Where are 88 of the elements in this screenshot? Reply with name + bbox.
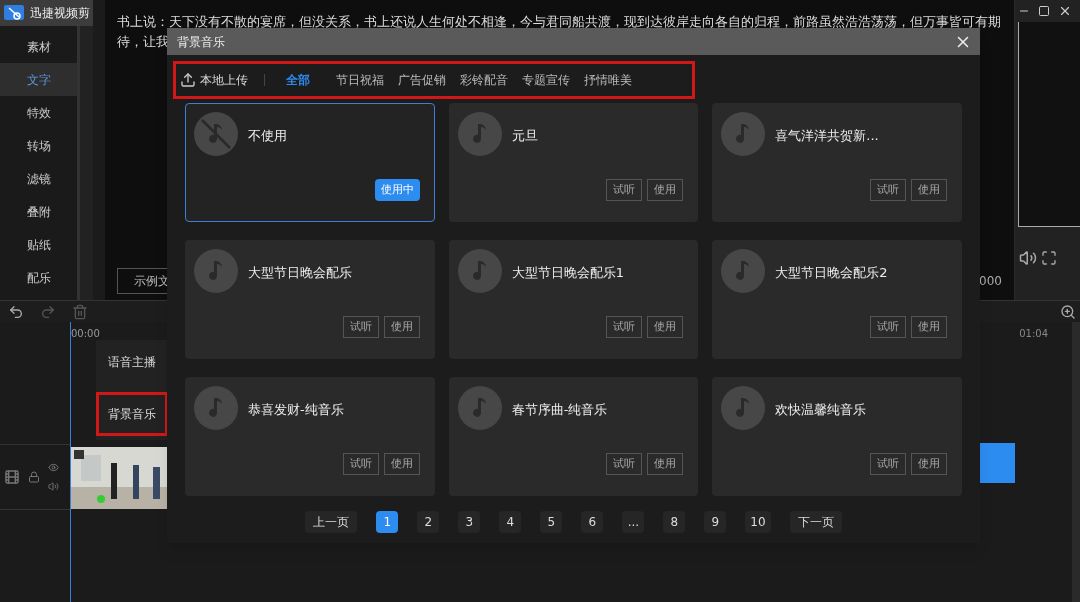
lock-icon[interactable] (28, 471, 40, 483)
track-title: 大型节日晚会配乐1 (511, 264, 624, 282)
sidebar-item[interactable]: 配乐 (0, 261, 77, 294)
maximize-icon[interactable] (1038, 5, 1050, 17)
sidebar-item[interactable]: 贴纸 (0, 228, 77, 261)
page-button[interactable]: 9 (704, 511, 727, 533)
use-button[interactable]: 使用 (647, 316, 684, 338)
music-note-icon (457, 249, 502, 293)
music-note-icon (721, 249, 766, 293)
sidebar-item[interactable]: 文字 (0, 63, 77, 96)
page-button[interactable]: 3 (458, 511, 481, 533)
preview-button[interactable]: 试听 (606, 453, 643, 475)
sidebar-item[interactable]: 素材 (0, 30, 77, 63)
fullscreen-icon[interactable] (1041, 250, 1057, 266)
volume-icon[interactable] (1019, 249, 1037, 267)
no-music-icon (194, 112, 238, 156)
undo-icon[interactable] (8, 303, 24, 320)
page-button[interactable]: 5 (540, 511, 563, 533)
track-title: 大型节日晚会配乐2 (775, 264, 888, 282)
clip-block (980, 443, 1015, 483)
track-title: 大型节日晚会配乐 (248, 264, 352, 282)
next-page-button[interactable]: 下一页 (789, 511, 842, 533)
track-title: 春节序曲-纯音乐 (511, 401, 608, 419)
preview-button[interactable]: 试听 (342, 316, 379, 338)
upload-icon (180, 72, 196, 88)
use-button[interactable]: 使用 (911, 316, 947, 338)
track-title: 元旦 (511, 127, 538, 145)
app-title: 迅捷视频剪 (30, 5, 90, 22)
use-button[interactable]: 使用 (911, 179, 947, 201)
page-button[interactable]: ... (622, 511, 645, 533)
prev-page-button[interactable]: 上一页 (305, 511, 358, 533)
category-tab[interactable]: 专题宣传 (517, 71, 575, 89)
music-card[interactable]: 大型节日晚会配乐 试听 使用 (185, 240, 435, 359)
counter-text: 000 (979, 273, 1002, 290)
use-button[interactable]: 使用 (647, 179, 684, 201)
category-tab[interactable]: 抒情唯美 (579, 71, 637, 89)
music-card[interactable]: 不使用 使用中 (185, 103, 435, 222)
category-tab[interactable]: 彩铃配音 (455, 71, 513, 89)
track-title: 欢快温馨纯音乐 (775, 401, 867, 419)
preview-button[interactable]: 试听 (606, 179, 643, 201)
music-card[interactable]: 大型节日晚会配乐1 试听 使用 (448, 240, 699, 359)
preview-button[interactable]: 试听 (870, 179, 906, 201)
music-card[interactable]: 春节序曲-纯音乐 试听 使用 (448, 377, 699, 496)
track-title: 恭喜发财-纯音乐 (248, 401, 344, 419)
page-button[interactable]: 10 (745, 511, 771, 533)
page-button[interactable]: 2 (417, 511, 440, 533)
music-card[interactable]: 喜气洋洋共贺新... 试听 使用 (712, 103, 962, 222)
local-upload-button[interactable]: 本地上传 (180, 71, 260, 89)
preview-button[interactable]: 试听 (606, 316, 643, 338)
preview-button[interactable]: 试听 (870, 316, 906, 338)
music-card[interactable]: 大型节日晚会配乐2 试听 使用 (712, 240, 962, 359)
music-note-icon (721, 112, 766, 156)
use-button[interactable]: 使用 (647, 453, 684, 475)
page-button[interactable]: 8 (663, 511, 686, 533)
music-note-icon (721, 386, 766, 430)
speaker-icon[interactable] (48, 481, 59, 492)
music-note-icon (194, 249, 238, 293)
use-button[interactable]: 使用 (383, 316, 420, 338)
music-note-icon (457, 112, 502, 156)
close-icon[interactable] (1058, 4, 1072, 18)
sidebar-item[interactable]: 特效 (0, 96, 77, 129)
use-button[interactable]: 使用 (911, 453, 947, 475)
music-note-icon (457, 386, 502, 430)
use-button[interactable]: 使用 (383, 453, 420, 475)
sidebar-item[interactable]: 转场 (0, 129, 77, 162)
music-note-icon (194, 386, 238, 430)
page-button[interactable]: 4 (499, 511, 522, 533)
music-card[interactable]: 元旦 试听 使用 (448, 103, 699, 222)
sidebar-item[interactable]: 叠附 (0, 195, 77, 228)
music-card[interactable]: 恭喜发财-纯音乐 试听 使用 (185, 377, 435, 496)
zoom-in-icon[interactable] (1060, 303, 1076, 320)
preview-button[interactable]: 试听 (342, 453, 379, 475)
eye-icon[interactable] (48, 462, 59, 473)
category-tab[interactable]: 全部 (281, 71, 315, 89)
dialog-title: 背景音乐 (177, 33, 225, 51)
preview-button[interactable]: 试听 (870, 453, 906, 475)
sidebar-item[interactable]: 滤镜 (0, 162, 77, 195)
caption-text: 书上说：天下没有不散的宴席，但没关系，书上还说人生何处不相逢，今与君同船共渡，现到达彼岸走向各自的归程，前路虽然浩浩荡荡，但万事皆可有期 (117, 13, 1001, 31)
category-tab[interactable]: 广告促销 (393, 71, 451, 89)
track-title: 喜气洋洋共贺新... (775, 127, 879, 145)
page-button[interactable]: 6 (581, 511, 604, 533)
film-icon (4, 469, 20, 485)
category-tab[interactable]: 节日祝福 (331, 71, 389, 89)
start-time: 00:00 (71, 327, 100, 341)
music-card[interactable]: 欢快温馨纯音乐 试听 使用 (712, 377, 962, 496)
end-time: 01:04 (1019, 327, 1048, 341)
track-title: 不使用 (248, 127, 287, 145)
menu-item[interactable]: 语音主播 (96, 340, 168, 384)
